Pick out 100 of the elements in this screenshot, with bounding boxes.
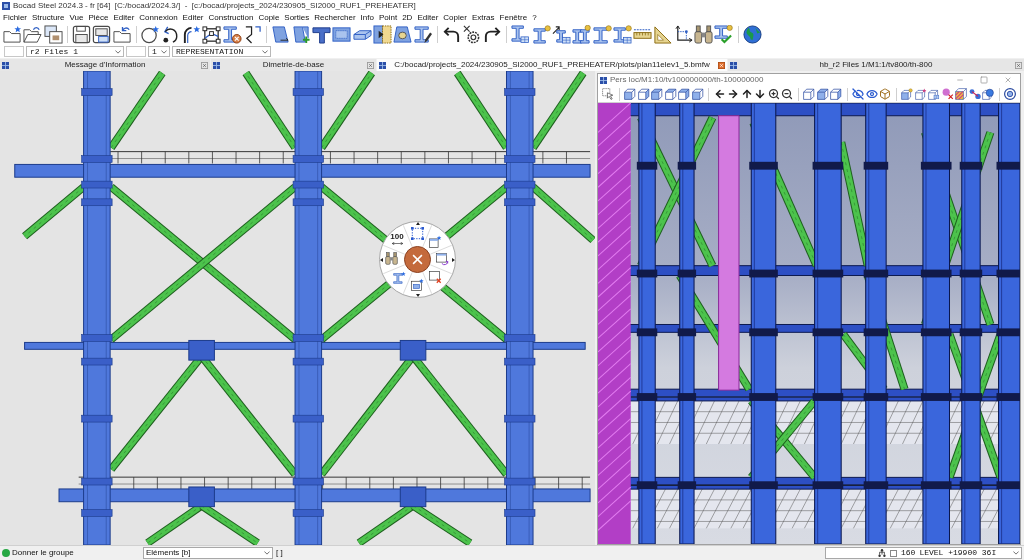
view-tab[interactable]: Dimetrie-de-base: [211, 59, 376, 71]
close-icon[interactable]: [718, 61, 725, 69]
menu-item[interactable]: Pièce: [88, 14, 109, 22]
cube-view-icon[interactable]: [830, 88, 842, 100]
trapezoid-icon[interactable]: [393, 25, 413, 44]
arrow-up-icon[interactable]: [740, 88, 753, 100]
angle-profile-icon[interactable]: [312, 25, 332, 44]
menu-item[interactable]: Extras: [471, 14, 495, 22]
menu-item[interactable]: ?: [532, 14, 537, 22]
menu-item[interactable]: Copie: [258, 14, 280, 22]
undo-icon[interactable]: [442, 25, 462, 44]
beam-cross-icon[interactable]: [222, 25, 242, 44]
menu-item[interactable]: Point: [378, 14, 398, 22]
menu-item[interactable]: Fenêtre: [499, 14, 528, 22]
window-icon: [379, 61, 386, 69]
floppy-window-icon[interactable]: [92, 25, 112, 44]
menu-item[interactable]: 2D: [402, 14, 413, 22]
cube-view-icon[interactable]: [637, 88, 650, 100]
folder-star-icon[interactable]: [3, 25, 22, 44]
menu-item[interactable]: Editer: [113, 14, 135, 22]
binoculars-icon[interactable]: [694, 25, 713, 44]
menu-item[interactable]: Sorties: [284, 14, 310, 22]
arrow-right-icon[interactable]: [727, 88, 739, 100]
beam-table-icon[interactable]: [511, 25, 531, 44]
eye-off-icon[interactable]: [852, 88, 864, 100]
menu-item[interactable]: Fichier: [3, 14, 27, 22]
menu-item[interactable]: Structure: [32, 14, 65, 22]
axes-icon[interactable]: [673, 25, 693, 44]
input-field[interactable]: [4, 46, 24, 57]
view-tab[interactable]: hb_r2 Files 1/M1:1/tv800/th-800: [728, 59, 1024, 71]
window-x-icon[interactable]: [429, 271, 442, 284]
beam-pencil-icon[interactable]: [413, 25, 433, 44]
panel-plus-icon[interactable]: [291, 25, 311, 44]
checkbox[interactable]: [890, 549, 897, 557]
dimension-button[interactable]: 100: [388, 232, 406, 246]
arrow-left-icon[interactable]: [713, 88, 726, 100]
input-field[interactable]: [126, 46, 146, 57]
hierarchy-icon: [878, 549, 886, 557]
beam-badge-icon[interactable]: [592, 25, 612, 44]
beam-badge-table-icon[interactable]: [612, 25, 632, 44]
folder-arrow-icon[interactable]: [112, 25, 132, 44]
door-icon[interactable]: [372, 25, 392, 44]
redo-icon[interactable]: [482, 25, 502, 44]
chevron-down-icon: [262, 49, 268, 54]
folder-open-icon[interactable]: [23, 25, 43, 44]
gusset-plate: [188, 339, 215, 361]
binoculars-icon[interactable]: [385, 252, 398, 265]
menu-item[interactable]: Info: [360, 14, 374, 22]
menu-item[interactable]: Editer: [182, 14, 204, 22]
combo-box[interactable]: 1: [148, 46, 170, 57]
menu-item[interactable]: Connexion: [139, 14, 178, 22]
cube-table-icon[interactable]: [928, 88, 940, 100]
window-sync-icon[interactable]: [436, 253, 449, 266]
nodes-icon[interactable]: [968, 88, 981, 100]
node-frame-icon[interactable]: [202, 25, 222, 44]
target-icon[interactable]: [1004, 88, 1016, 100]
menu-item[interactable]: Rechercher: [314, 14, 356, 22]
zoom-out-icon[interactable]: [781, 88, 793, 100]
menu-item[interactable]: Copier: [443, 14, 467, 22]
panel-arrow-icon[interactable]: [271, 25, 291, 44]
menu-item[interactable]: Editer: [417, 14, 439, 22]
beam-check-icon[interactable]: [714, 25, 734, 44]
beam-star-icon[interactable]: [393, 271, 406, 284]
eye-icon[interactable]: [865, 88, 878, 100]
menu-item[interactable]: Construction: [208, 14, 254, 22]
cube-view-icon[interactable]: [691, 88, 704, 100]
arrow-table-icon[interactable]: [551, 25, 571, 44]
view-tab[interactable]: Message d'Information: [0, 59, 210, 71]
combo-box[interactable]: r2 Files 1: [26, 46, 124, 57]
box-icon[interactable]: [879, 88, 891, 100]
floppy-icon[interactable]: [72, 25, 92, 44]
arrow-down-icon[interactable]: [754, 88, 766, 100]
zoom-in-icon[interactable]: [767, 88, 780, 100]
status-message: Donner le groupe: [12, 549, 74, 557]
curve-star-icon[interactable]: [181, 25, 201, 44]
cube-sphere-icon[interactable]: [982, 88, 994, 100]
menu-item[interactable]: Vue: [69, 14, 84, 22]
cube-view-icon[interactable]: [678, 88, 690, 100]
plate-icon[interactable]: [332, 25, 352, 44]
cube-view-icon[interactable]: [803, 88, 815, 100]
cube-view-icon[interactable]: [624, 88, 636, 100]
dot-cross-icon[interactable]: [941, 88, 954, 100]
combo-box[interactable]: REPRESENTATION: [172, 46, 271, 57]
view-window-title: Pers loc/M1:10/tv100000000/th-100000000: [610, 76, 764, 84]
filter-combo[interactable]: Eléments [b]: [143, 547, 273, 559]
globe-icon[interactable]: [742, 25, 762, 44]
cube-view-icon[interactable]: [816, 88, 829, 100]
windows-icon[interactable]: [43, 25, 63, 44]
cube-view-icon[interactable]: [664, 88, 677, 100]
cube-view-icon[interactable]: [651, 88, 663, 100]
elevation-combo[interactable]: 160 LEVEL +19900 36I: [825, 547, 1022, 559]
cube-badge-icon[interactable]: [901, 88, 913, 100]
cube-star-icon[interactable]: [914, 88, 927, 100]
dashed-square-icon[interactable]: [411, 227, 424, 240]
view-tab[interactable]: C:/bocad/projects_2024/230905_SI2000_RUF1_PREHEATER/plots/plan11elev1_5.bmfw: [377, 59, 727, 71]
column-badge-icon[interactable]: [531, 25, 551, 44]
cursor-frame-icon[interactable]: [602, 88, 614, 100]
beam-pair-icon[interactable]: [572, 25, 592, 44]
cut-gear-icon[interactable]: [462, 25, 482, 44]
striped-cube-icon[interactable]: [955, 88, 967, 100]
